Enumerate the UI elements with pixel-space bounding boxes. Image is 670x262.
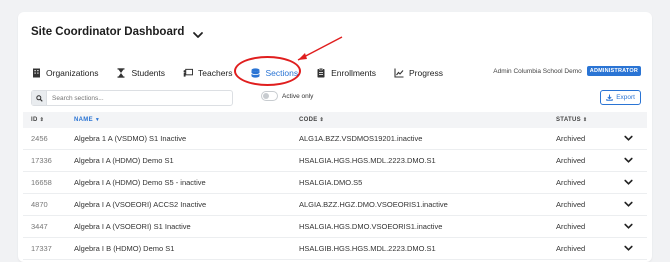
cell-status: Archived xyxy=(556,244,586,253)
user-info: Admin Columbia School Demo ADMINISTRATOR xyxy=(493,66,641,76)
annotation-arrow-icon xyxy=(297,36,343,61)
page-title: Site Coordinator Dashboard xyxy=(31,26,185,38)
chevron-down-icon[interactable] xyxy=(192,27,204,38)
table-row[interactable]: 4870 Algebra I A (VSOEORI) ACCS2 Inactiv… xyxy=(23,194,647,216)
search-box xyxy=(31,90,233,106)
active-only-toggle-group: Active only xyxy=(261,91,313,101)
dashboard-card: Site Coordinator Dashboard Organizations… xyxy=(18,12,652,262)
cell-code: HSALGIA.HGS.HGS.MDL.2223.DMO.S1 xyxy=(299,156,436,165)
sort-desc-icon: ▼ xyxy=(94,117,101,123)
cell-id: 17336 xyxy=(31,156,52,165)
cell-status: Archived xyxy=(556,156,586,165)
toggle-knob xyxy=(263,93,269,99)
cell-status: Archived xyxy=(556,134,586,143)
download-icon xyxy=(606,94,613,101)
export-label: Export xyxy=(616,94,635,101)
header-label: CODE xyxy=(299,117,318,123)
table-toolbar: Active only Export xyxy=(31,90,641,106)
cell-id: 3447 xyxy=(31,222,48,231)
title-row: Site Coordinator Dashboard xyxy=(31,26,204,38)
cell-code: HSALGIA.HGS.DMO.VSOEORIS1.inactive xyxy=(299,222,443,231)
cell-name: Algebra I A (VSOEORI) ACCS2 Inactive xyxy=(74,200,207,209)
tab-label: Progress xyxy=(409,68,444,78)
table-row[interactable]: 2456 Algebra 1 A (VSDMO) S1 Inactive ALG… xyxy=(23,128,647,150)
chart-line-icon xyxy=(394,68,404,78)
cell-code: ALGIA.BZZ.HGZ.DMO.VSOEORIS1.inactive xyxy=(299,200,448,209)
expand-chevron-icon[interactable] xyxy=(618,201,638,208)
tab-students[interactable]: Students xyxy=(116,68,165,78)
building-icon xyxy=(31,68,41,78)
column-header-status[interactable]: STATUS ⇕ xyxy=(556,117,618,123)
search-icon xyxy=(32,91,47,105)
expand-chevron-icon[interactable] xyxy=(618,179,638,186)
sort-icon: ⇕ xyxy=(582,117,588,123)
cell-code: ALG1A.BZZ.VSDMOS19201.inactive xyxy=(299,134,423,143)
export-button[interactable]: Export xyxy=(600,90,641,105)
cell-id: 4870 xyxy=(31,200,48,209)
tab-sections[interactable]: Sections xyxy=(251,68,299,78)
cell-name: Algebra I A (VSOEORI) S1 Inactive xyxy=(74,222,191,231)
cell-code: HSALGIB.HGS.HGS.MDL.2223.DMO.S1 xyxy=(299,244,436,253)
expand-chevron-icon[interactable] xyxy=(618,135,638,142)
chalkboard-icon xyxy=(183,68,194,78)
layers-icon xyxy=(251,68,261,78)
tab-bar: Organizations Students Teachers Sections… xyxy=(31,64,641,82)
expand-chevron-icon[interactable] xyxy=(618,157,638,164)
tab-label: Organizations xyxy=(46,68,99,78)
cell-name: Algebra 1 A (VSDMO) S1 Inactive xyxy=(74,134,187,143)
tab-label: Teachers xyxy=(198,68,233,78)
clipboard-icon xyxy=(316,68,326,78)
active-only-toggle[interactable] xyxy=(261,91,278,101)
cell-id: 17337 xyxy=(31,244,52,253)
tab-teachers[interactable]: Teachers xyxy=(183,68,233,78)
active-only-label: Active only xyxy=(282,92,314,100)
expand-chevron-icon[interactable] xyxy=(618,245,638,252)
cell-name: Algebra I A (HDMO) Demo S5 - inactive xyxy=(74,178,206,187)
table-header: ID ⇕ NAME ▼ CODE ⇕ STATUS ⇕ xyxy=(23,112,647,128)
tab-progress[interactable]: Progress xyxy=(394,68,443,78)
tab-enrollments[interactable]: Enrollments xyxy=(316,68,376,78)
cell-code: HSALGIA.DMO.S5 xyxy=(299,178,363,187)
header-label: STATUS xyxy=(556,117,581,123)
sort-icon: ⇕ xyxy=(39,117,45,123)
role-badge: ADMINISTRATOR xyxy=(586,66,641,76)
cell-name: Algebra I B (HDMO) Demo S1 xyxy=(74,244,175,253)
tab-label: Enrollments xyxy=(331,68,377,78)
sections-table: ID ⇕ NAME ▼ CODE ⇕ STATUS ⇕ 2456 Algebra 1 A… xyxy=(23,112,647,260)
table-row[interactable]: 17337 Algebra I B (HDMO) Demo S1 HSALGIB… xyxy=(23,238,647,260)
cell-status: Archived xyxy=(556,222,586,231)
cell-status: Archived xyxy=(556,178,586,187)
hourglass-icon xyxy=(116,68,126,78)
column-header-name[interactable]: NAME ▼ xyxy=(74,117,299,123)
search-input[interactable] xyxy=(47,93,224,103)
header-label: ID xyxy=(31,117,38,123)
tab-organizations[interactable]: Organizations xyxy=(31,68,98,78)
cell-id: 2456 xyxy=(31,134,48,143)
column-header-id[interactable]: ID ⇕ xyxy=(23,117,74,123)
tab-label: Sections xyxy=(265,68,299,78)
cell-status: Archived xyxy=(556,200,586,209)
expand-chevron-icon[interactable] xyxy=(618,223,638,230)
cell-id: 16658 xyxy=(31,178,52,187)
sort-icon: ⇕ xyxy=(319,117,325,123)
tab-label: Students xyxy=(131,68,166,78)
table-row[interactable]: 3447 Algebra I A (VSOEORI) S1 Inactive H… xyxy=(23,216,647,238)
cell-name: Algebra I A (HDMO) Demo S1 xyxy=(74,156,174,165)
column-header-code[interactable]: CODE ⇕ xyxy=(299,117,556,123)
user-name: Admin Columbia School Demo xyxy=(493,67,582,75)
header-label: NAME xyxy=(74,117,93,123)
table-row[interactable]: 17336 Algebra I A (HDMO) Demo S1 HSALGIA… xyxy=(23,150,647,172)
table-row[interactable]: 16658 Algebra I A (HDMO) Demo S5 - inact… xyxy=(23,172,647,194)
